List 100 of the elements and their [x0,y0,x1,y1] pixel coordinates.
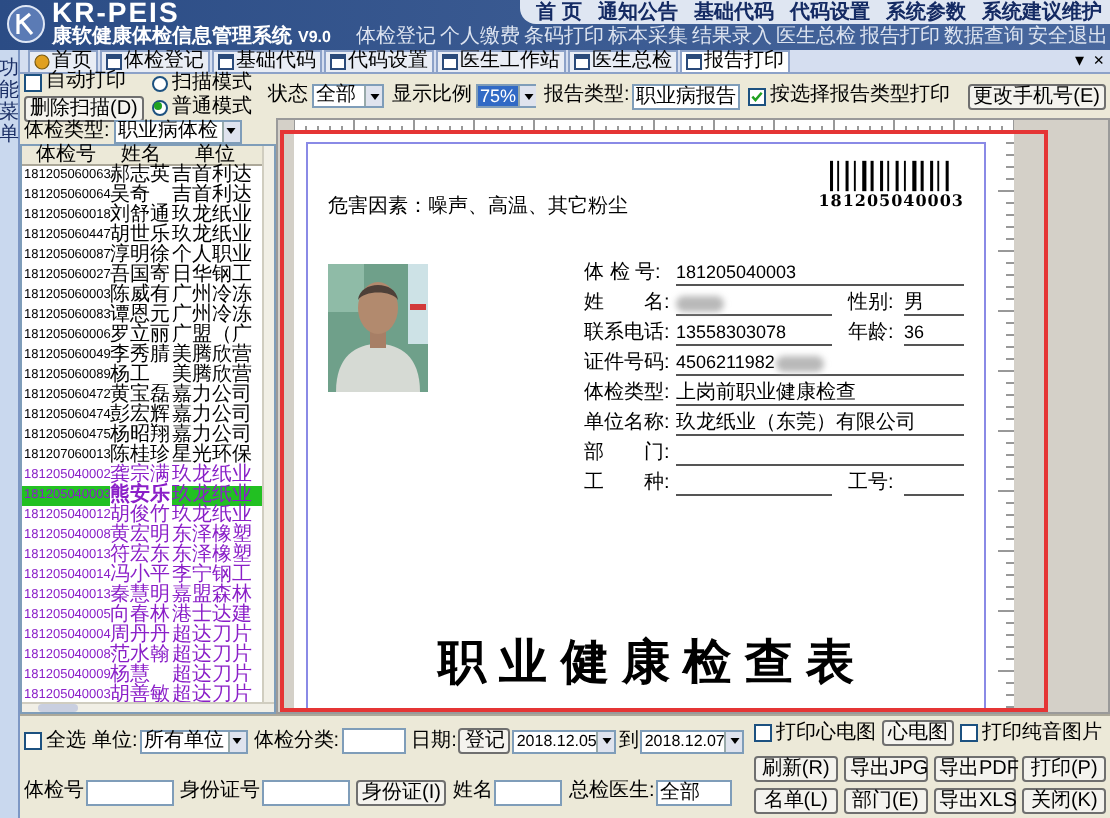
input-field[interactable] [341,728,406,755]
radio-label: 扫描模式 [172,72,252,95]
scrollbar[interactable] [262,146,274,702]
button[interactable]: 心电图 [882,720,954,747]
button[interactable]: 删除扫描(D) [24,96,144,122]
button[interactable]: 刷新(R) [754,755,838,782]
nav-link[interactable]: 标本采集 [608,26,688,48]
dropdown[interactable]: 全部 [312,84,384,108]
table-cell-text: 超达刀片 [172,626,254,646]
nav-link[interactable]: 个人缴费 [440,26,520,48]
button[interactable]: 登记 [458,728,511,755]
window-icon [218,54,234,70]
scrollbar[interactable] [22,702,274,712]
input-field[interactable]: 全部 [656,779,733,806]
table-cell-text: 玖龙纸业 [172,506,254,526]
table-cell: 向春林 [110,606,172,626]
app-title: 康软健康体检信息管理系统 [52,26,292,48]
field-label: 状态 [268,84,308,108]
window-icon [442,54,458,70]
table-cell-text: 星光环保 [172,446,254,466]
table-cell-text: 港士达建 [172,606,254,626]
button[interactable]: 关闭(K) [1022,787,1106,814]
form-value: 玖龙纸业（东莞）有限公司 [676,412,964,436]
table-cell-text: 玖龙纸业 [172,466,254,486]
tab[interactable]: 基础代码 [212,50,322,72]
nav-link[interactable]: 数据查询 [944,26,1024,48]
field-label: 到 [618,729,639,754]
barcode-number: 181205040003 [818,192,964,210]
nav-link[interactable]: 首 页 [536,1,582,23]
nav-link[interactable]: 结果录入 [692,26,772,48]
form-label: 性别: [848,292,896,316]
dropdown[interactable]: 2018.12.07 [640,729,745,754]
window-icon [574,54,590,70]
checkbox[interactable] [754,724,772,743]
table-cell-text: 超达刀片 [172,686,254,706]
nav-link[interactable]: 基础代码 [694,1,774,23]
tab[interactable]: 代码设置 [324,50,434,72]
tab-control[interactable]: ▾ [1075,50,1086,72]
window-icon [686,54,702,70]
table-cell-text: 杨慧 [110,666,150,686]
checkbox[interactable] [24,732,42,751]
button[interactable]: 导出JPG [843,755,927,782]
dropdown[interactable]: 所有单位 [139,729,248,754]
table-cell: 秦慧明 [110,586,172,606]
button[interactable]: 打印(P) [1022,755,1106,782]
nav-link[interactable]: 通知公告 [598,1,678,23]
tab[interactable]: 医生总检 [568,50,678,72]
form-label: 部 门: [584,442,672,466]
table-cell: 范水翰 [110,646,172,666]
button[interactable]: 身份证(I) [356,779,447,806]
button[interactable]: 部门(E) [843,787,927,814]
dropdown[interactable]: 75% [476,84,536,108]
tab-control[interactable]: × [1093,50,1104,72]
tab[interactable]: 报告打印 [680,50,790,72]
input-field[interactable] [86,779,174,806]
nav-link[interactable]: 代码设置 [790,1,870,23]
input-field[interactable]: 职业病报告 [631,83,740,109]
tab[interactable]: 首页 [28,50,98,72]
checkbox[interactable] [960,724,978,743]
tab[interactable]: 体检登记 [100,50,210,72]
nav-link[interactable]: 条码打印 [524,26,604,48]
button[interactable]: 名单(L) [754,787,838,814]
button[interactable]: 更改手机号(E) [967,83,1106,109]
table-cell-text: 超达刀片 [172,646,254,666]
field-label: 身份证号 [180,780,260,805]
nav-link[interactable]: 系统建议维护 [982,1,1102,23]
radio-button[interactable] [152,76,168,92]
dropdown[interactable]: 职业病体检 [113,119,242,143]
input-field[interactable] [262,779,350,806]
nav-link[interactable]: 体检登记 [356,26,436,48]
form-label: 姓 名: [584,292,672,316]
table-cell: 谭恩元 [110,306,172,326]
window-icon [330,54,346,70]
table-cell-text: 玖龙纸业 [172,486,254,506]
form-value: 男 [904,292,964,316]
home-icon [34,54,50,70]
nav-link[interactable]: 安全退出 [1028,26,1108,48]
input-field[interactable] [494,779,563,806]
field-label: 体检分类: [253,729,340,754]
button[interactable]: 导出XLS [933,787,1017,814]
nav-link[interactable]: 系统参数 [886,1,966,23]
table-cell-text: 东泽橡塑 [172,526,254,546]
radio-label: 普通模式 [172,96,252,119]
dropdown[interactable]: 2018.12.05 [512,729,617,754]
logo-icon [6,4,46,44]
radio-button[interactable] [152,100,168,116]
form-label: 工号: [848,472,896,496]
table-cell-text: 吴奇 [110,186,150,206]
nav-link[interactable]: 医生总检 [776,26,856,48]
table-cell: 符宏东 [110,546,172,566]
table-cell: 彭宏辉 [110,406,172,426]
tab[interactable]: 医生工作站 [436,50,566,72]
checkbox-label: 全选 [46,729,86,754]
table-cell-text: 广州冷冻 [172,286,254,306]
checkbox[interactable] [747,87,766,105]
nav-link[interactable]: 报告打印 [860,26,940,48]
table-cell: 胡俊竹 [110,506,172,526]
table-cell-text: 吉首利达 [172,166,254,186]
table-cell: 杨昭翔 [110,426,172,446]
button[interactable]: 导出PDF [933,755,1017,782]
